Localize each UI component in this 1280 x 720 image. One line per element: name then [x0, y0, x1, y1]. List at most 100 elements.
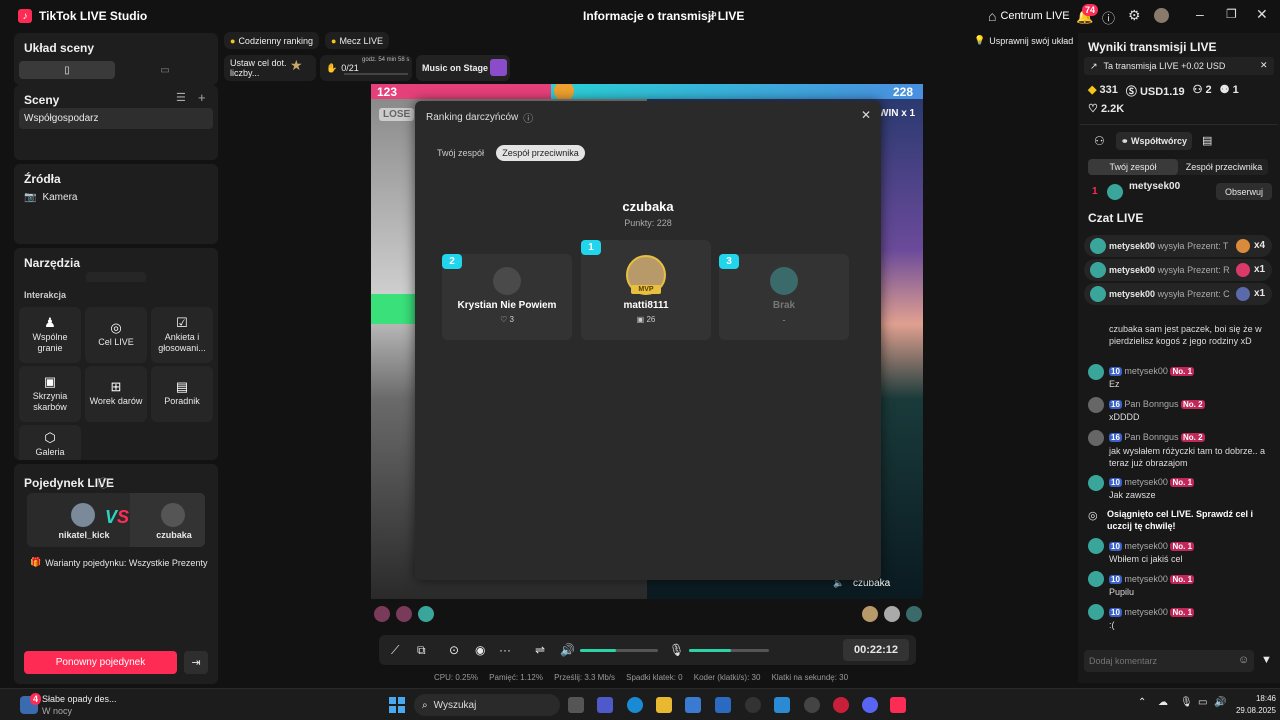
rank-card-1[interactable]: 1 MVP matti8111 ▣ 26: [581, 240, 711, 340]
adjust-icon[interactable]: ⇌: [535, 643, 545, 657]
modal-close-icon[interactable]: ✕: [861, 108, 871, 122]
scene-layout-title: Układ sceny: [24, 41, 95, 55]
tool-poll[interactable]: ☑ Ankieta i głosowani...: [151, 307, 213, 363]
tab-your-team[interactable]: Twój zespół: [432, 145, 489, 161]
app-icon[interactable]: [745, 697, 761, 713]
opponent-member-avatar[interactable]: [906, 606, 922, 622]
add-user-icon[interactable]: ⚇: [1094, 134, 1105, 148]
right-tab-opponent[interactable]: Zespół przeciwnika: [1180, 159, 1268, 175]
layout-icon[interactable]: ⧉: [417, 643, 426, 658]
rank-badge: 2: [442, 254, 462, 269]
app-icon[interactable]: [774, 697, 790, 713]
team-tabs: Twój zespół Zespół przeciwnika: [1088, 159, 1268, 175]
modal-help-icon[interactable]: ⓘ: [523, 110, 533, 125]
edge-icon[interactable]: [627, 697, 643, 713]
filter-icon[interactable]: ▼: [1261, 654, 1272, 666]
close-window-icon[interactable]: ✕: [1256, 6, 1268, 23]
windows-start-icon[interactable]: [389, 697, 405, 713]
rematch-button[interactable]: Ponowny pojedynek: [24, 651, 177, 674]
opponent-member-avatar[interactable]: [862, 606, 878, 622]
help-icon[interactable]: ⓘ: [1102, 8, 1115, 27]
document-icon[interactable]: ▤: [1202, 134, 1212, 147]
chat-username: metysek00: [1124, 607, 1168, 617]
volume-slider[interactable]: [580, 649, 658, 652]
opera-icon[interactable]: [833, 697, 849, 713]
live-match-button[interactable]: ● Mecz LIVE: [325, 32, 389, 49]
gift-row: metysek00 wysyła Prezent: C x1: [1084, 283, 1272, 305]
team-member-avatar[interactable]: [418, 606, 434, 622]
tab-opponent-team[interactable]: Zespół przeciwnika: [496, 145, 585, 161]
display-icon[interactable]: ▭: [1198, 697, 1207, 708]
profile-avatar[interactable]: [1154, 8, 1169, 23]
discord-icon[interactable]: [862, 697, 878, 713]
mic-icon[interactable]: 🎙: [669, 643, 684, 657]
tool-treasure-box[interactable]: ▣ Skrzynia skarbów: [19, 366, 81, 422]
more-icon[interactable]: ···: [499, 643, 511, 657]
clock-date[interactable]: 29.08.2025: [1230, 706, 1276, 715]
speaker-tray-icon[interactable]: 🔊: [1214, 697, 1226, 708]
emoji-icon[interactable]: ☺: [1238, 654, 1249, 666]
store-icon[interactable]: [685, 697, 701, 713]
tool-live-goal[interactable]: ◎ Cel LIVE: [85, 307, 147, 363]
add-scene-icon[interactable]: +: [198, 90, 206, 105]
team-member-avatar[interactable]: [374, 606, 390, 622]
tool-coop-play[interactable]: ♟ Wspólne granie: [19, 307, 81, 363]
clock-time[interactable]: 18:46: [1234, 694, 1276, 703]
set-goal-card[interactable]: Ustaw cel dot. liczby... ★: [224, 55, 316, 81]
collaborators-tab[interactable]: ⚭ Współtwórcy: [1116, 132, 1192, 150]
daily-ranking-button[interactable]: ● Codzienny ranking: [224, 32, 319, 49]
volume-icon[interactable]: 🔊: [560, 643, 575, 657]
tiktok-studio-icon[interactable]: [890, 697, 906, 713]
tool-gallery[interactable]: ⬡ Galeria: [19, 425, 81, 460]
mail-icon[interactable]: [715, 697, 731, 713]
source-item-label: Kamera: [42, 192, 78, 203]
follow-button[interactable]: Obserwuj: [1216, 183, 1272, 200]
tray-chevron-icon[interactable]: ⌃: [1138, 697, 1146, 708]
task-view-icon[interactable]: [568, 697, 584, 713]
maximize-icon[interactable]: ❐: [1226, 7, 1237, 21]
tool-label: Skrzynia skarbów: [32, 390, 68, 412]
team-member-avatar[interactable]: [396, 606, 412, 622]
cloud-icon[interactable]: ☁: [1158, 697, 1168, 708]
source-item-camera[interactable]: 📷 Kamera: [24, 192, 77, 203]
search-label: Wyszukaj: [433, 699, 477, 711]
tool-gift-bag[interactable]: ⊞ Worek darów: [85, 366, 147, 422]
tool-guide[interactable]: ▤ Poradnik: [151, 366, 213, 422]
improve-layout-button[interactable]: 💡 Usprawnij swój układ: [968, 32, 1079, 49]
goal-progress-card[interactable]: ✋ 0/21 godz. 54 min 58 s: [320, 55, 412, 81]
record-icon[interactable]: ⊙: [449, 643, 459, 657]
list-icon[interactable]: ☰: [176, 91, 186, 104]
landscape-layout-button[interactable]: ▭: [117, 61, 213, 79]
rank-card-2[interactable]: 2 Krystian Nie Powiem ♡ 3: [442, 254, 572, 340]
search-icon: ⌕: [422, 699, 428, 711]
tool-label: Galeria: [35, 447, 65, 457]
comment-input[interactable]: [1084, 650, 1232, 672]
screenshot-icon[interactable]: ◉: [475, 643, 485, 657]
live-center-button[interactable]: ⌂ Centrum LIVE: [988, 0, 1070, 32]
explorer-icon[interactable]: [656, 697, 672, 713]
promo-banner[interactable]: ↗ Ta transmisja LIVE +0.02 USD ✕: [1084, 57, 1274, 75]
rank-card-3: 3 Brak -: [719, 254, 849, 340]
app-title: TikTok LIVE Studio: [39, 9, 148, 23]
exit-duel-icon[interactable]: ⇥: [184, 651, 208, 674]
user-avatar: [1090, 238, 1106, 254]
right-tab-your-team[interactable]: Twój zespół: [1088, 159, 1178, 175]
portrait-layout-button[interactable]: ▯: [19, 61, 115, 79]
opponent-member-avatar[interactable]: [884, 606, 900, 622]
close-promo-icon[interactable]: ✕: [1260, 60, 1268, 71]
taskbar-search[interactable]: ⌕ Wyszukaj: [414, 694, 560, 716]
duel-help-icon[interactable]: ⓘ: [98, 475, 109, 491]
mic-tray-icon[interactable]: 🎙: [1180, 697, 1193, 708]
teams-icon[interactable]: [597, 697, 613, 713]
scene-item[interactable]: Współgospodarz: [19, 108, 213, 129]
mic-slider[interactable]: [689, 649, 769, 652]
trophy-icon: ●: [331, 35, 337, 46]
chat-message-header: 10 metysek00 No. 1: [1109, 574, 1280, 584]
settings-icon[interactable]: ⚙: [1128, 7, 1141, 24]
stats-bar: CPU: 0.25% Pamięć: 1.12% Prześlij: 3.3 M…: [434, 673, 848, 682]
chrome-icon[interactable]: [804, 697, 820, 713]
effects-icon[interactable]: ⟋: [391, 643, 399, 658]
share-icon[interactable]: ⇗: [707, 8, 718, 24]
music-on-stage-button[interactable]: Music on Stage: [416, 55, 510, 81]
minimize-icon[interactable]: –: [1196, 6, 1204, 22]
